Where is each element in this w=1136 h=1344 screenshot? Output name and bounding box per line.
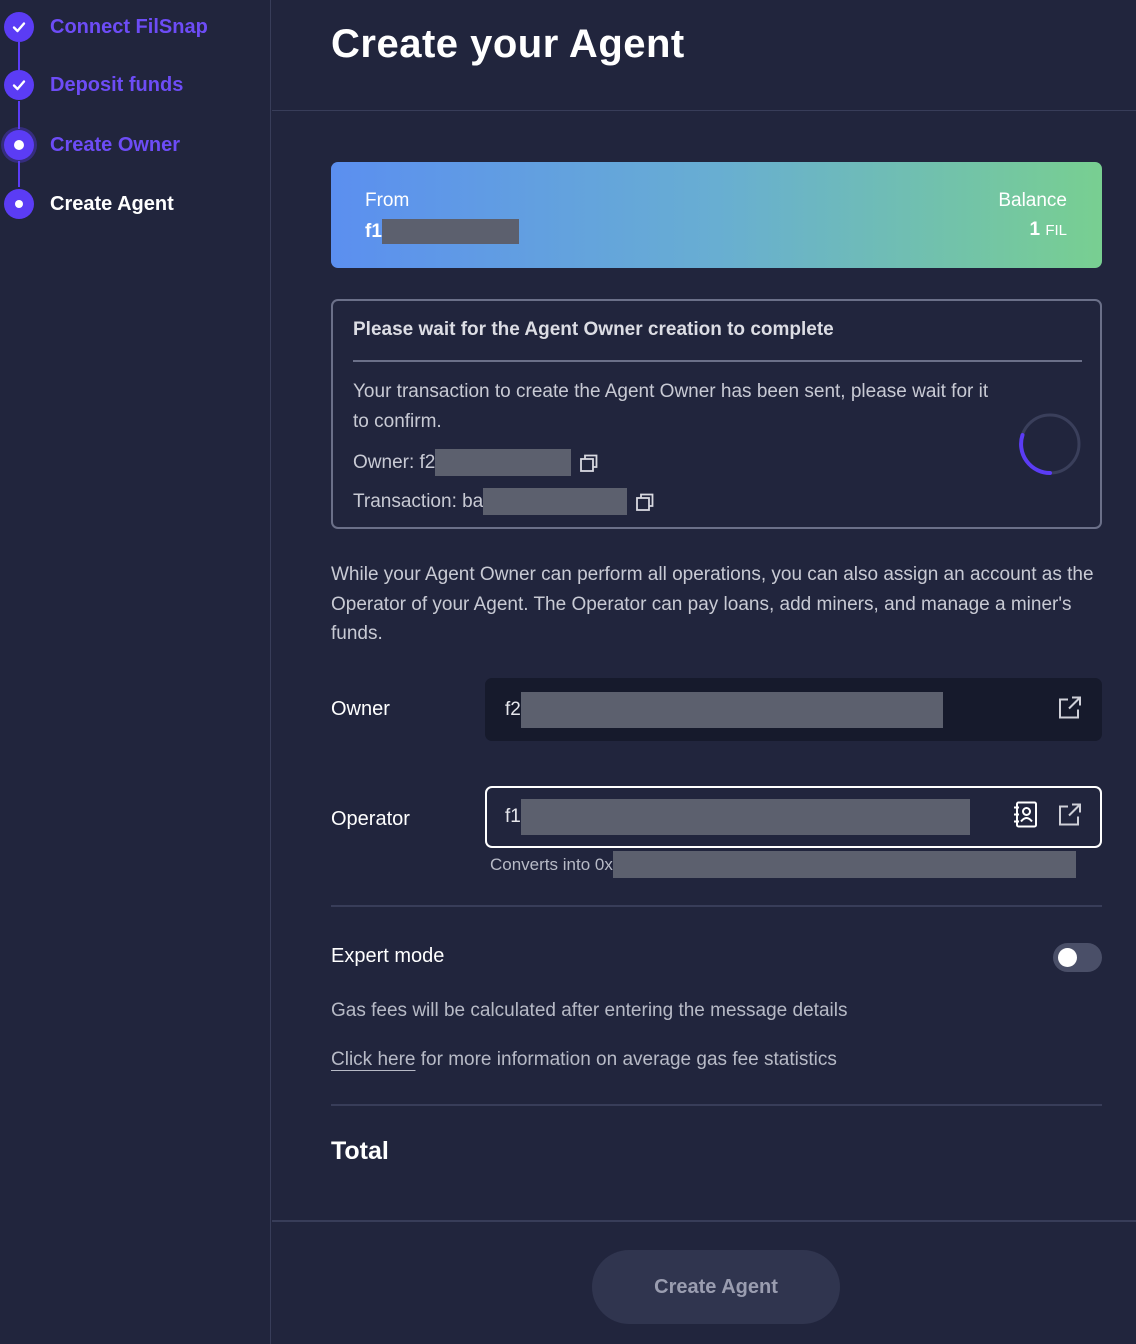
gas-fee-note: Gas fees will be calculated after enteri… (331, 1000, 848, 1021)
create-agent-button[interactable]: Create Agent (592, 1250, 840, 1324)
balance-unit: FIL (1045, 222, 1067, 239)
check-icon (4, 12, 34, 42)
balance-label: Balance (998, 190, 1067, 211)
step-connect-filsnap[interactable]: Connect FilSnap (4, 11, 208, 43)
transaction-label: Transaction: ba (353, 490, 484, 512)
redacted-block (381, 219, 519, 244)
owner-creation-status-box: Please wait for the Agent Owner creation… (331, 299, 1102, 529)
from-label: From (365, 190, 410, 211)
redacted-block (435, 449, 572, 476)
step-create-agent[interactable]: Create Agent (4, 188, 174, 220)
expert-mode-label: Expert mode (331, 945, 445, 967)
main-content: Create your Agent From f1 Balance 1 FIL … (272, 0, 1136, 1344)
copy-icon[interactable] (635, 492, 655, 512)
balance-value: 1 FIL (1029, 219, 1067, 241)
redacted-block (520, 799, 970, 835)
divider (331, 1104, 1102, 1106)
operator-value[interactable]: f1 (505, 788, 970, 846)
step-connector (18, 161, 20, 187)
step-label: Create Agent (50, 192, 174, 215)
gas-info-text: for more information on average gas fee … (415, 1049, 837, 1070)
step-create-owner[interactable]: Create Owner (4, 129, 180, 161)
step-label: Connect FilSnap (50, 15, 208, 38)
owner-address-label: Owner: f2 (353, 451, 436, 473)
loading-spinner-icon (1019, 413, 1081, 475)
operator-value-prefix: f1 (505, 806, 521, 827)
converts-prefix: Converts into 0x (490, 854, 613, 874)
page-title: Create your Agent (331, 22, 685, 66)
owner-address-row: Owner: f2 (353, 449, 599, 476)
copy-icon[interactable] (579, 453, 599, 473)
header: Create your Agent (272, 0, 1136, 111)
step-label: Deposit funds (50, 73, 184, 96)
status-message: Your transaction to create the Agent Own… (353, 381, 989, 432)
owner-label: Owner (331, 698, 390, 720)
gas-stats-link[interactable]: Click here (331, 1049, 415, 1070)
step-connector (18, 101, 20, 129)
toggle-knob (1058, 948, 1077, 967)
owner-value-prefix: f2 (505, 698, 521, 720)
step-deposit-funds[interactable]: Deposit funds (4, 69, 183, 101)
step-connector (18, 42, 20, 70)
check-icon (4, 70, 34, 100)
operator-description: While your Agent Owner can perform all o… (331, 564, 1094, 644)
redacted-block (612, 851, 1076, 878)
balance-amount: 1 (1029, 219, 1041, 240)
status-title: Please wait for the Agent Owner creation… (353, 319, 834, 340)
owner-value: f2 (505, 678, 943, 741)
gas-info-line: Click here for more information on avera… (331, 1049, 837, 1071)
converts-hint: Converts into 0x (490, 851, 1076, 878)
operator-input[interactable]: f1 (485, 786, 1102, 848)
address-book-icon[interactable] (1013, 801, 1039, 834)
redacted-block (520, 691, 943, 728)
external-link-icon[interactable] (1056, 693, 1084, 726)
owner-field: f2 (485, 678, 1102, 741)
sidebar: Connect FilSnap Deposit funds Create Own… (0, 0, 271, 1344)
current-dot-icon (4, 189, 34, 219)
step-label: Create Owner (50, 133, 181, 156)
total-label: Total (331, 1137, 389, 1165)
expert-mode-toggle[interactable] (1053, 943, 1102, 972)
from-address-prefix: f1 (365, 220, 382, 242)
footer-divider (272, 1220, 1136, 1222)
divider (331, 905, 1102, 907)
divider (353, 360, 1082, 362)
from-address: f1 (365, 219, 519, 244)
transaction-row: Transaction: ba (353, 488, 655, 515)
in-progress-dot-icon (4, 130, 34, 160)
operator-label: Operator (331, 808, 410, 830)
redacted-block (483, 488, 628, 515)
from-balance-card: From f1 Balance 1 FIL (331, 162, 1102, 268)
external-link-icon[interactable] (1056, 801, 1084, 834)
